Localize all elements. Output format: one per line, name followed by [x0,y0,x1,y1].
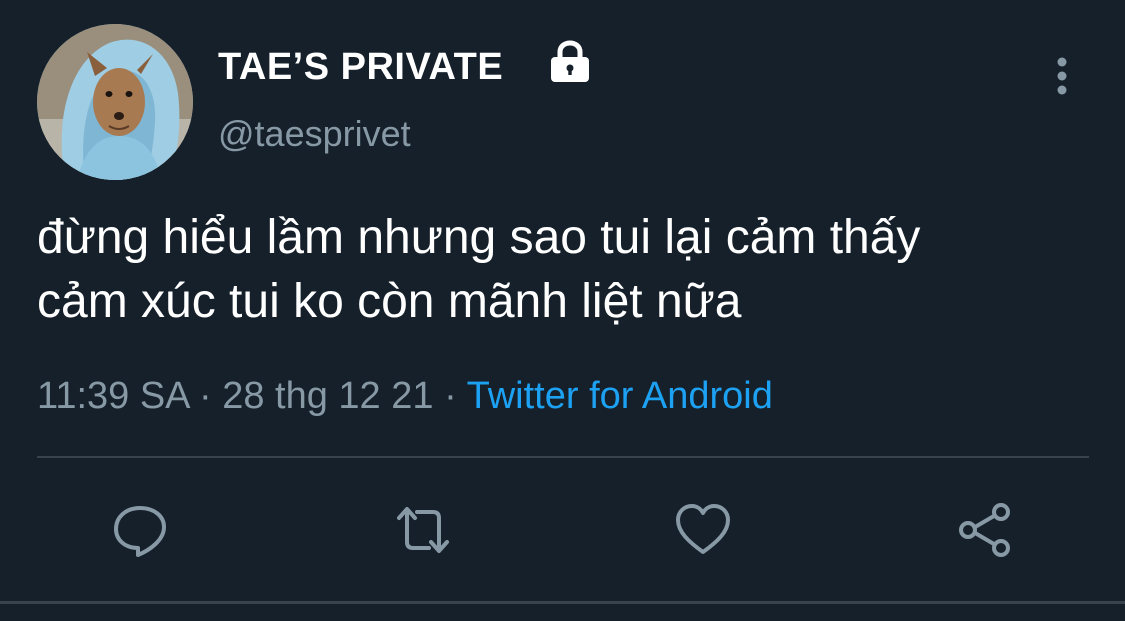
divider [37,456,1089,458]
tweet-text: đừng hiểu lầm nhưng sao tui lại cảm thấy… [37,206,1097,334]
meta-separator-2: · [444,375,457,417]
meta-separator: · [199,375,212,417]
display-name[interactable]: TAE’S PRIVATE [218,44,503,90]
lock-icon [551,40,589,82]
more-options-icon[interactable] [1042,54,1082,98]
tweet-text-line-2: cảm xúc tui ko còn mãnh liệt nữa [37,275,742,328]
user-handle[interactable]: @taesprivet [218,112,411,156]
like-icon[interactable] [673,500,733,560]
reply-icon[interactable] [110,500,170,560]
tweet-date[interactable]: 28 thg 12 21 [222,375,433,417]
share-icon[interactable] [955,500,1015,560]
bottom-divider [0,601,1125,604]
avatar-dog-image [37,24,193,180]
tweet-meta: 11:39 SA · 28 thg 12 21 · Twitter for An… [37,371,773,421]
tweet-card: TAE’S PRIVATE @taesprivet đừng hiểu lầm … [0,0,1125,621]
avatar[interactable] [37,24,193,180]
tweet-time[interactable]: 11:39 SA [37,375,188,417]
retweet-icon[interactable] [393,500,453,560]
tweet-source-link[interactable]: Twitter for Android [467,375,773,417]
tweet-text-line-1: đừng hiểu lầm nhưng sao tui lại cảm thấy [37,211,921,264]
